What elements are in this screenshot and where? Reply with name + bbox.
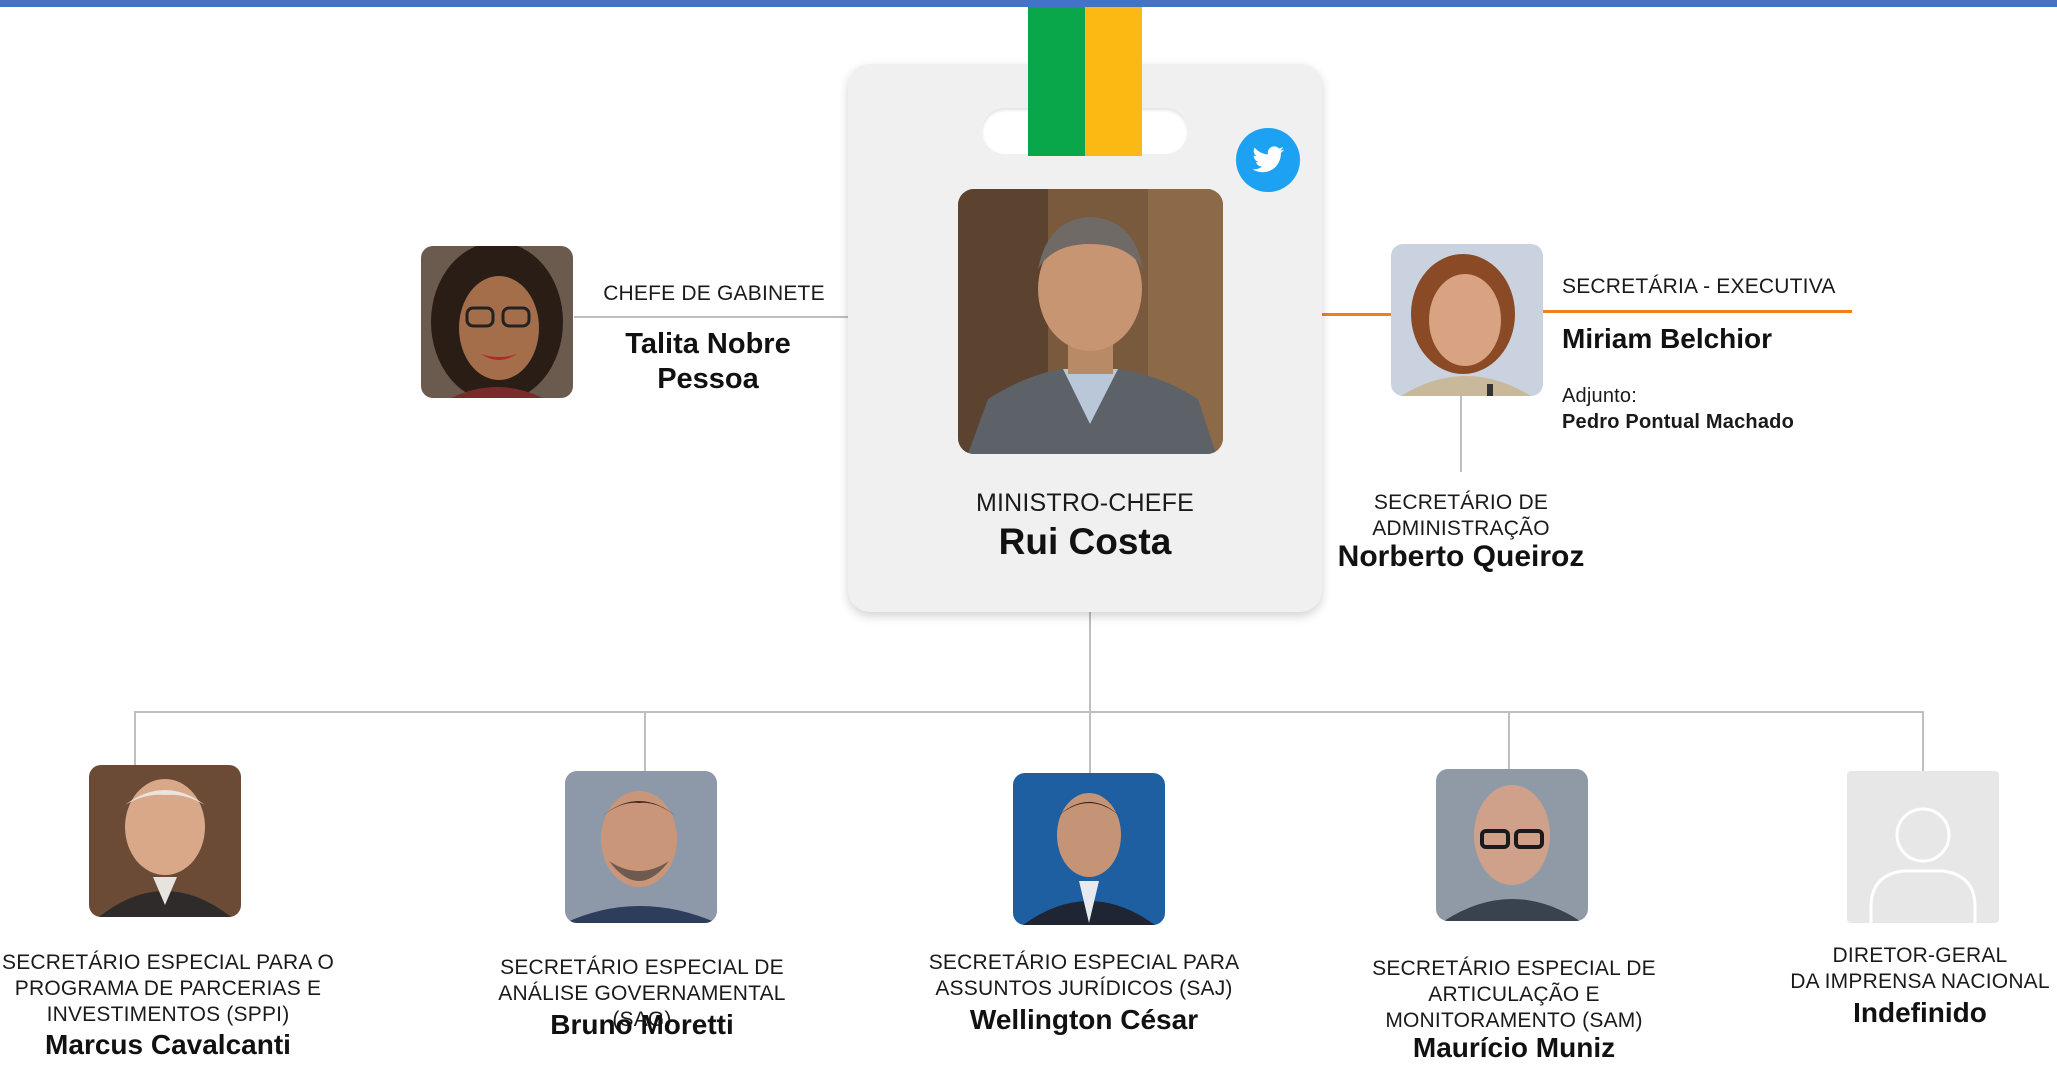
connector-horizontal — [134, 711, 1924, 713]
secretary-role-4: SECRETÁRIO ESPECIAL DE ARTICULAÇÃO E MON… — [1372, 957, 1656, 1032]
secretary-photo-1 — [89, 765, 241, 917]
connector-drop-2 — [644, 711, 646, 771]
connector-trunk — [1089, 612, 1091, 712]
minister-role: MINISTRO-CHEFE — [975, 489, 1195, 517]
executive-secretary-photo — [1391, 244, 1543, 396]
secretary-name-1: Marcus Cavalcanti — [45, 1029, 291, 1060]
top-accent-bar — [0, 0, 2057, 7]
secretary-photo-2 — [565, 771, 717, 923]
secretary-name-3: Wellington César — [969, 1004, 1199, 1035]
secretary-photo-3 — [1013, 773, 1165, 925]
secretary-name-4: Maurício Muniz — [1412, 1032, 1616, 1063]
executive-secretary-name: Miriam Belchior — [1562, 323, 1773, 354]
secretary-name-5: Indefinido — [1853, 997, 1987, 1028]
deputy-label: Adjunto: — [1562, 385, 1637, 407]
secretary-name-2: Bruno Moretti — [550, 1009, 734, 1040]
connector-drop-5 — [1922, 711, 1924, 771]
minister-name: Rui Costa — [998, 521, 1172, 562]
twitter-icon[interactable] — [1236, 128, 1300, 192]
secretary-role-3: SECRETÁRIO ESPECIAL PARA ASSUNTOS JURÍDI… — [928, 951, 1240, 1000]
secretary-role-1: SECRETÁRIO ESPECIAL PARA O PROGRAMA DE P… — [2, 951, 334, 1026]
connector-chief-of-staff — [574, 316, 848, 318]
chief-of-staff-role: CHEFE DE GABINETE — [603, 282, 825, 305]
connector-drop-4 — [1508, 711, 1510, 769]
executive-secretary-deputy: Adjunto: Pedro Pontual Machado — [1562, 357, 1794, 435]
minister-photo — [958, 189, 1223, 454]
ribbon-green — [1028, 7, 1085, 156]
executive-secretary-role: SECRETÁRIA - EXECUTIVA — [1562, 275, 1836, 298]
connector-executive-right — [1542, 310, 1852, 313]
administration-name: Norberto Queiroz — [1337, 540, 1585, 573]
chief-of-staff-photo — [421, 246, 573, 398]
deputy-name: Pedro Pontual Machado — [1562, 411, 1795, 433]
connector-executive-left — [1322, 313, 1392, 316]
ribbon-yellow — [1085, 7, 1142, 156]
chief-of-staff-name: Talita Nobre Pessoa — [625, 328, 791, 395]
secretary-photo-placeholder-5 — [1847, 771, 1999, 923]
connector-administration — [1460, 394, 1462, 472]
secretary-photo-4 — [1436, 769, 1588, 921]
connector-drop-1 — [134, 711, 136, 766]
secretary-role-5: DIRETOR-GERAL DA IMPRENSA NACIONAL — [1790, 944, 2050, 993]
administration-role: SECRETÁRIO DE ADMINISTRAÇÃO — [1372, 491, 1550, 540]
connector-drop-3 — [1089, 711, 1091, 773]
